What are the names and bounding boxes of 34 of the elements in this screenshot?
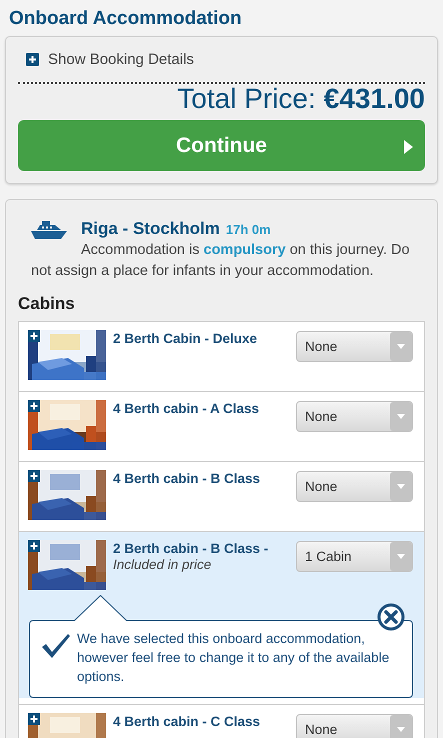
caret-icon (390, 402, 412, 431)
quantity-dropdown[interactable]: 1 Cabin (296, 541, 413, 572)
caret-icon (390, 332, 412, 361)
page-title: Onboard Accommodation (9, 8, 242, 30)
plus-icon[interactable] (26, 53, 39, 66)
cabin-name: 4 Berth cabin - A Class (113, 400, 260, 417)
selection-message: We have selected this onboard accommodation, however feel free to change it to any of the available options. (77, 630, 390, 686)
plus-icon[interactable] (28, 330, 40, 342)
close-icon[interactable] (377, 603, 405, 631)
total-price-amount: €431.00 (324, 83, 425, 115)
quantity-dropdown[interactable]: None (296, 401, 413, 432)
plus-icon[interactable] (28, 470, 40, 482)
cabin-name: 4 Berth cabin - B Class (113, 470, 262, 487)
cabin-name: 2 Berth Cabin - Deluxe (113, 330, 258, 347)
route-title: Riga - Stockholm (81, 219, 220, 238)
ship-icon (31, 221, 67, 239)
show-booking-details-link[interactable]: Show Booking Details (48, 51, 194, 68)
cabins-heading: Cabins (18, 294, 76, 314)
quantity-dropdown[interactable]: None (296, 714, 413, 738)
caret-icon (390, 542, 412, 571)
quantity-dropdown[interactable]: None (296, 471, 413, 502)
triangle-right-icon (404, 140, 413, 154)
checkmark-icon (41, 633, 71, 659)
plus-icon[interactable] (28, 400, 40, 412)
cabin-name: 2 Berth cabin - B Class - (113, 540, 270, 557)
cabin-note: Included in price (113, 557, 212, 573)
plus-icon[interactable] (28, 540, 40, 552)
plus-icon[interactable] (28, 713, 40, 725)
total-price-label: Total Price: (177, 83, 316, 115)
cabin-name: 4 Berth cabin - C Class (113, 713, 262, 730)
accommodation-notice: Accommodation is compulsory on this journey. Do not assign a place for infants in your accommodation. (31, 241, 411, 281)
quantity-dropdown[interactable]: None (296, 331, 413, 362)
journey-duration: 17h 0m (226, 222, 271, 237)
caret-icon (390, 472, 412, 501)
